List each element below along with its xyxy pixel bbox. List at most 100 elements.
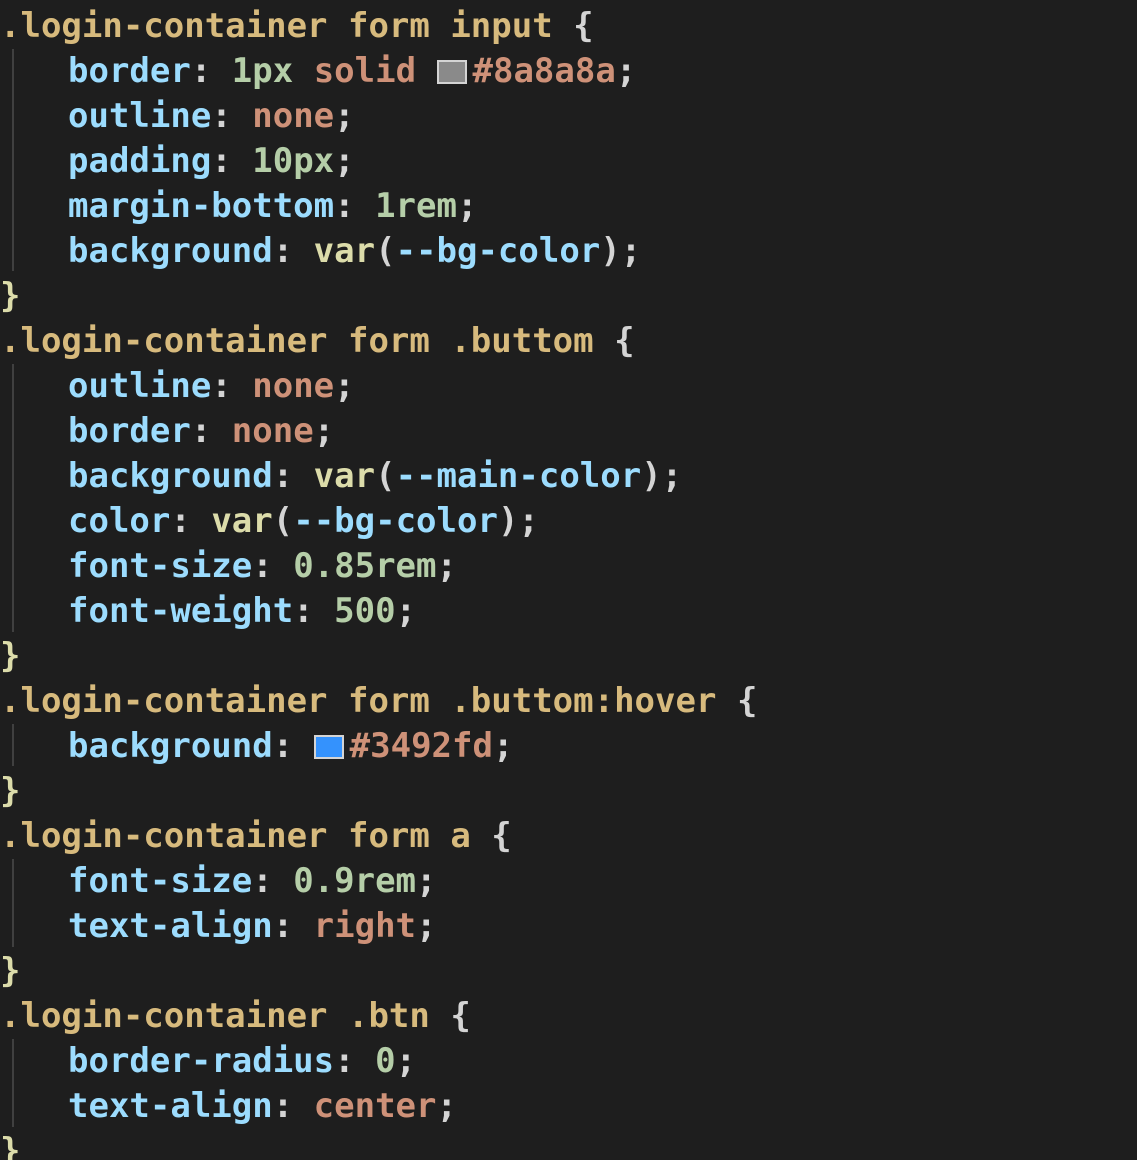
colon: : xyxy=(272,456,294,496)
colon: : xyxy=(211,366,232,406)
css-property: text-align xyxy=(68,1086,273,1126)
close-brace: } xyxy=(0,951,21,991)
declaration-line[interactable]: padding: 10px; xyxy=(0,139,355,183)
css-property: border xyxy=(68,51,191,91)
css-value: 0.85rem xyxy=(293,546,437,586)
css-color-value: #3492fd xyxy=(349,726,493,766)
close-brace-line[interactable]: } xyxy=(0,769,20,813)
semicolon: ; xyxy=(334,366,355,406)
declaration-line[interactable]: font-size: 0.9rem; xyxy=(0,859,437,903)
close-brace: } xyxy=(0,1131,21,1160)
css-property: padding xyxy=(68,141,212,181)
declaration-line[interactable]: border: 1px solid #8a8a8a; xyxy=(0,49,636,93)
colon: : xyxy=(272,726,294,766)
declaration-line[interactable]: text-align: center; xyxy=(0,1084,457,1128)
css-value: 0.9rem xyxy=(293,861,417,901)
colon: : xyxy=(252,861,273,901)
semicolon: ; xyxy=(661,456,683,496)
css-function: var xyxy=(313,456,376,496)
close-brace-line[interactable]: } xyxy=(0,274,20,318)
css-selector: .login-container form a xyxy=(0,816,471,856)
css-variable: --bg-color xyxy=(293,501,498,541)
paren-open: ( xyxy=(375,231,396,271)
open-brace: { xyxy=(450,996,471,1036)
css-property: border-radius xyxy=(68,1041,335,1081)
css-selector: .login-container form input xyxy=(0,6,553,46)
declaration-line[interactable]: border-radius: 0; xyxy=(0,1039,416,1083)
semicolon: ; xyxy=(436,546,457,586)
declaration-line[interactable]: text-align: right; xyxy=(0,904,437,948)
declaration-line[interactable]: background: var(--bg-color); xyxy=(0,229,641,273)
color-swatch-icon[interactable] xyxy=(313,735,344,759)
close-brace-line[interactable]: } xyxy=(0,634,20,678)
css-value: none xyxy=(231,411,314,451)
css-property: outline xyxy=(68,366,212,406)
declaration-line[interactable]: color: var(--bg-color); xyxy=(0,499,539,543)
css-selector: .login-container form .buttom:hover xyxy=(0,681,717,721)
close-brace-line[interactable]: } xyxy=(0,949,20,993)
colon: : xyxy=(211,96,232,136)
selector-line[interactable]: .login-container form a { xyxy=(0,814,512,858)
css-variable: --main-color xyxy=(395,456,642,496)
colon: : xyxy=(272,231,294,271)
css-function: var xyxy=(313,231,376,271)
css-selector: .login-container form .buttom xyxy=(0,321,594,361)
css-value: none xyxy=(252,366,335,406)
declaration-line[interactable]: background: #3492fd; xyxy=(0,724,513,768)
css-value: 1px xyxy=(231,51,294,91)
css-value: solid xyxy=(293,51,437,91)
semicolon: ; xyxy=(334,141,355,181)
semicolon: ; xyxy=(492,726,514,766)
semicolon: ; xyxy=(456,186,478,226)
semicolon: ; xyxy=(436,1086,457,1126)
css-property: border xyxy=(68,411,191,451)
colon: : xyxy=(334,1041,355,1081)
selector-line[interactable]: .login-container form .buttom { xyxy=(0,319,635,363)
paren-close: ) xyxy=(641,456,662,496)
css-property: font-size xyxy=(68,546,253,586)
css-value: 10px xyxy=(252,141,335,181)
colon: : xyxy=(272,1086,294,1126)
semicolon: ; xyxy=(416,861,437,901)
css-property: background xyxy=(68,231,273,271)
css-property: outline xyxy=(68,96,212,136)
selector-line[interactable]: .login-container form input { xyxy=(0,4,594,48)
semicolon: ; xyxy=(518,501,539,541)
colon: : xyxy=(211,141,232,181)
declaration-line[interactable]: background: var(--main-color); xyxy=(0,454,682,498)
css-property: background xyxy=(68,726,273,766)
close-brace-line[interactable]: } xyxy=(0,1129,20,1160)
css-property: font-size xyxy=(68,861,253,901)
colon: : xyxy=(293,591,314,631)
css-value: none xyxy=(252,96,335,136)
semicolon: ; xyxy=(620,231,642,271)
open-brace: { xyxy=(491,816,512,856)
declaration-line[interactable]: font-size: 0.85rem; xyxy=(0,544,457,588)
close-brace: } xyxy=(0,276,21,316)
declaration-line[interactable]: outline: none; xyxy=(0,364,355,408)
colon: : xyxy=(252,546,273,586)
declaration-line[interactable]: border: none; xyxy=(0,409,334,453)
paren-close: ) xyxy=(497,501,519,541)
declaration-line[interactable]: outline: none; xyxy=(0,94,355,138)
selector-line[interactable]: .login-container form .buttom:hover { xyxy=(0,679,757,723)
css-variable: --bg-color xyxy=(395,231,601,271)
declaration-line[interactable]: font-weight: 500; xyxy=(0,589,416,633)
color-swatch-icon[interactable] xyxy=(436,60,467,84)
semicolon: ; xyxy=(395,1041,417,1081)
css-selector: .login-container .btn xyxy=(0,996,430,1036)
open-brace: { xyxy=(736,681,758,721)
selector-line[interactable]: .login-container .btn { xyxy=(0,994,471,1038)
css-property: background xyxy=(68,456,273,496)
open-brace: { xyxy=(573,6,594,46)
css-property: color xyxy=(68,501,171,541)
declaration-line[interactable]: margin-bottom: 1rem; xyxy=(0,184,477,228)
semicolon: ; xyxy=(615,51,637,91)
semicolon: ; xyxy=(416,906,437,946)
open-brace: { xyxy=(614,321,635,361)
code-editor[interactable]: .login-container form input { border: 1p… xyxy=(0,0,1137,1160)
css-value: center xyxy=(313,1086,437,1126)
semicolon: ; xyxy=(395,591,417,631)
colon: : xyxy=(190,411,212,451)
semicolon: ; xyxy=(334,96,355,136)
